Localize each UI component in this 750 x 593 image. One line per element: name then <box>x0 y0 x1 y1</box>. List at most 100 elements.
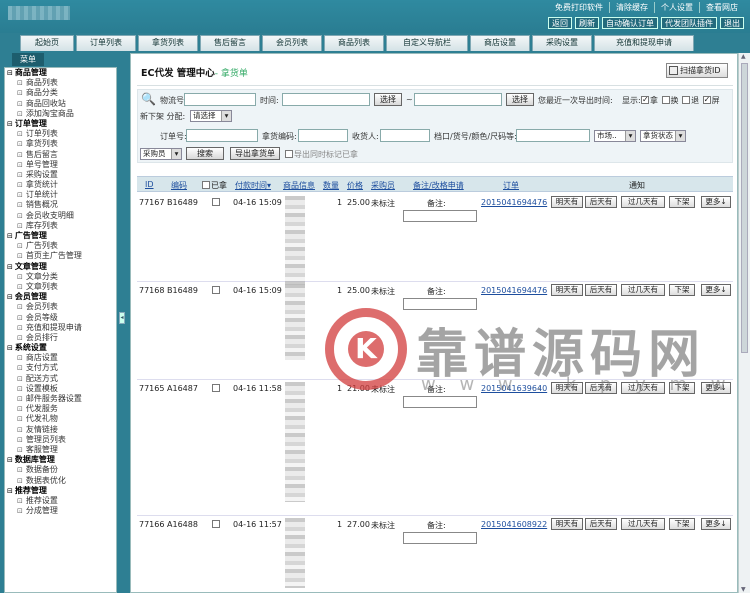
menu-item[interactable]: 充值和提现申请 <box>5 323 116 333</box>
day-after-button[interactable]: 后天有 <box>585 196 617 208</box>
back-button[interactable]: 返回 <box>548 17 572 29</box>
note-input[interactable] <box>403 532 477 544</box>
menu-item[interactable]: 商店设置 <box>5 353 116 363</box>
menu-item[interactable]: 商品回收站 <box>5 99 116 109</box>
export-mark-checkbox[interactable] <box>285 150 293 158</box>
scroll-thumb[interactable] <box>741 63 748 353</box>
order-link[interactable]: 2015041639640 <box>481 384 547 393</box>
menu-item[interactable]: 单号管理 <box>5 160 116 170</box>
tomorrow-button[interactable]: 明天有 <box>551 284 583 296</box>
show-return-checkbox[interactable] <box>682 96 691 104</box>
order-link[interactable]: 2015041608922 <box>481 520 547 529</box>
buyer-select[interactable]: 采购员 <box>140 148 182 160</box>
off-shelf-button[interactable]: 下架 <box>669 284 695 296</box>
more-button[interactable]: 更多↓ <box>701 196 731 208</box>
note-input[interactable] <box>403 396 477 408</box>
menu-group[interactable]: 广告管理 <box>5 231 116 241</box>
col-code[interactable]: 编码 <box>171 180 187 191</box>
tab-store-settings[interactable]: 商店设置 <box>470 35 530 51</box>
select-all-checkbox[interactable] <box>202 181 210 189</box>
menu-item[interactable]: 库存列表 <box>5 221 116 231</box>
picked-checkbox[interactable] <box>212 286 220 294</box>
tab-pickup[interactable]: 拿货列表 <box>138 35 198 51</box>
note-input[interactable] <box>403 210 477 222</box>
menu-item[interactable]: 会员收支明细 <box>5 211 116 221</box>
team-plugin-button[interactable]: 代发团队插件 <box>661 17 717 29</box>
menu-item[interactable]: 售后留言 <box>5 150 116 160</box>
stall-input[interactable] <box>516 129 590 142</box>
more-button[interactable]: 更多↓ <box>701 382 731 394</box>
tab-goods[interactable]: 商品列表 <box>324 35 384 51</box>
scroll-up-icon[interactable]: ▲ <box>741 53 746 60</box>
menu-item[interactable]: 分成管理 <box>5 506 116 516</box>
menu-item[interactable]: 文章分类 <box>5 272 116 282</box>
time-end-input[interactable] <box>414 93 502 106</box>
tomorrow-button[interactable]: 明天有 <box>551 196 583 208</box>
menu-group[interactable]: 文章管理 <box>5 262 116 272</box>
menu-item[interactable]: 配送方式 <box>5 374 116 384</box>
menu-item[interactable]: 销售概况 <box>5 200 116 210</box>
menu-item[interactable]: 代发礼物 <box>5 414 116 424</box>
menu-group[interactable]: 推荐管理 <box>5 486 116 496</box>
tomorrow-button[interactable]: 明天有 <box>551 518 583 530</box>
logout-button[interactable]: 退出 <box>720 17 744 29</box>
assign-select[interactable]: 请选择 <box>190 110 232 122</box>
tomorrow-button[interactable]: 明天有 <box>551 382 583 394</box>
day-after-button[interactable]: 后天有 <box>585 284 617 296</box>
menu-item[interactable]: 客服管理 <box>5 445 116 455</box>
tab-home[interactable]: 起始页 <box>20 35 74 51</box>
tab-purchase-settings[interactable]: 采购设置 <box>532 35 592 51</box>
print-software-link[interactable]: 免费打印软件 <box>549 2 609 13</box>
picked-checkbox[interactable] <box>212 198 220 206</box>
menu-item[interactable]: 会员排行 <box>5 333 116 343</box>
tab-custom-nav[interactable]: 自定义导航栏 <box>386 35 468 51</box>
tab-recharge[interactable]: 充值和提现申请 <box>594 35 694 51</box>
col-order[interactable]: 订单 <box>503 180 519 191</box>
show-exchange-checkbox[interactable] <box>661 96 670 104</box>
show-block-checkbox[interactable] <box>702 95 711 104</box>
menu-item[interactable]: 管理员列表 <box>5 435 116 445</box>
more-button[interactable]: 更多↓ <box>701 284 731 296</box>
search-button[interactable]: 搜索 <box>186 147 224 160</box>
select-start-button[interactable]: 选择 <box>374 93 402 106</box>
menu-item[interactable]: 添加淘宝商品 <box>5 109 116 119</box>
day-after-button[interactable]: 后天有 <box>585 382 617 394</box>
menu-group[interactable]: 订单管理 <box>5 119 116 129</box>
scan-pickup-id-button[interactable]: 扫描拿货ID <box>666 63 728 78</box>
menu-item[interactable]: 首页主广告管理 <box>5 251 116 261</box>
col-qty[interactable]: 数量 <box>323 180 339 191</box>
tab-members[interactable]: 会员列表 <box>262 35 322 51</box>
menu-item[interactable]: 数据备份 <box>5 465 116 475</box>
col-buyer[interactable]: 采购员 <box>371 180 395 191</box>
main-scrollbar[interactable]: ▲ ▼ <box>738 53 750 593</box>
menu-item[interactable]: 商品列表 <box>5 78 116 88</box>
note-input[interactable] <box>403 298 477 310</box>
col-pay-time[interactable]: 付款时间▾ <box>235 180 271 191</box>
off-shelf-button[interactable]: 下架 <box>669 382 695 394</box>
menu-item[interactable]: 广告列表 <box>5 241 116 251</box>
col-goods-info[interactable]: 商品信息 <box>283 180 315 191</box>
menu-item[interactable]: 邮件服务器设置 <box>5 394 116 404</box>
menu-item[interactable]: 订单统计 <box>5 190 116 200</box>
view-store-link[interactable]: 查看网店 <box>699 2 744 13</box>
export-button[interactable]: 导出拿货单 <box>230 147 280 160</box>
col-note[interactable]: 备注/改格申请 <box>413 180 464 191</box>
off-shelf-button[interactable]: 下架 <box>669 196 695 208</box>
menu-item[interactable]: 商品分类 <box>5 88 116 98</box>
menu-item[interactable]: 代发服务 <box>5 404 116 414</box>
goods-code-input[interactable] <box>298 129 348 142</box>
order-no-input[interactable] <box>186 129 258 142</box>
day-after-button[interactable]: 后天有 <box>585 518 617 530</box>
menu-group[interactable]: 会员管理 <box>5 292 116 302</box>
personal-settings-link[interactable]: 个人设置 <box>654 2 699 13</box>
picked-checkbox[interactable] <box>212 520 220 528</box>
picked-checkbox[interactable] <box>212 384 220 392</box>
waybill-input[interactable] <box>184 93 256 106</box>
menu-group[interactable]: 系统设置 <box>5 343 116 353</box>
select-end-button[interactable]: 选择 <box>506 93 534 106</box>
auto-confirm-button[interactable]: 自动确认订单 <box>602 17 658 29</box>
show-pickup-checkbox[interactable] <box>641 95 649 104</box>
menu-item[interactable]: 拿货列表 <box>5 139 116 149</box>
col-price[interactable]: 价格 <box>347 180 363 191</box>
time-start-input[interactable] <box>282 93 370 106</box>
